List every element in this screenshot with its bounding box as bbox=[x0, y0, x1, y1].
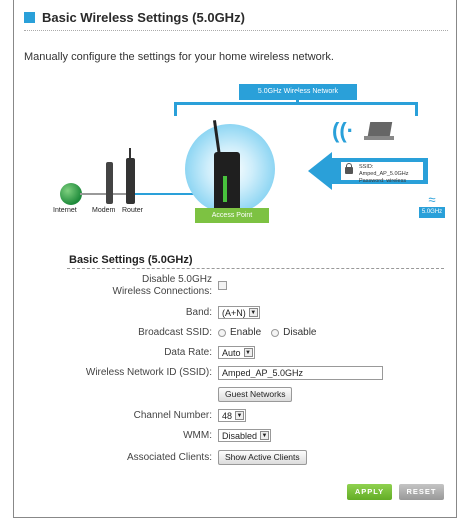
band-control: (A+N) ▼ bbox=[218, 306, 260, 319]
modem-label: Modem bbox=[92, 207, 116, 214]
cable-modem-router bbox=[113, 193, 127, 195]
broadcast-disable-label: Disable bbox=[283, 327, 317, 338]
wifi-icon: ≈ bbox=[428, 192, 436, 207]
guest-networks-button[interactable]: Guest Networks bbox=[218, 387, 293, 402]
band-badge-label: 5.0GHz bbox=[419, 207, 445, 218]
data-rate-value: Auto bbox=[222, 347, 241, 358]
reset-button[interactable]: RESET bbox=[399, 484, 444, 500]
chevron-down-icon: ▼ bbox=[248, 308, 258, 317]
channel-value: 48 bbox=[222, 410, 233, 421]
disable-label: Disable 5.0GHz Wireless Connections: bbox=[112, 274, 212, 297]
wifi-waves-icon: ((· bbox=[332, 118, 354, 143]
channel-row: Channel Number: 48 ▼ bbox=[14, 409, 458, 425]
modem-icon bbox=[106, 162, 113, 204]
guest-control: Guest Networks bbox=[218, 387, 293, 402]
bracket-right bbox=[415, 102, 418, 116]
ssid-control bbox=[218, 366, 383, 380]
data-rate-select[interactable]: Auto ▼ bbox=[218, 346, 255, 359]
wmm-value: Disabled bbox=[222, 430, 258, 441]
page-header: Basic Wireless Settings (5.0GHz) bbox=[24, 10, 245, 25]
router-icon bbox=[126, 158, 135, 204]
ssid-info-box: SSID: Amped_AP_5.0GHz Password: wireless bbox=[341, 162, 423, 184]
laptop-screen-icon bbox=[367, 122, 393, 136]
wmm-row: WMM: Disabled ▼ bbox=[14, 429, 458, 445]
section-divider bbox=[67, 268, 444, 269]
guest-row: Guest Networks bbox=[14, 387, 458, 404]
channel-label: Channel Number: bbox=[133, 410, 212, 421]
disable-row: Disable 5.0GHz Wireless Connections: bbox=[14, 274, 458, 300]
clients-control: Show Active Clients bbox=[218, 450, 307, 465]
ap-status-light bbox=[223, 176, 227, 202]
internet-globe-icon bbox=[60, 183, 82, 205]
title-marker-icon bbox=[24, 12, 35, 23]
band-label: Band: bbox=[185, 307, 212, 318]
wmm-control: Disabled ▼ bbox=[218, 429, 272, 442]
bracket-top bbox=[174, 102, 418, 105]
lock-icon bbox=[345, 167, 353, 174]
page-frame: Basic Wireless Settings (5.0GHz) Manuall… bbox=[13, 0, 457, 518]
disable-checkbox[interactable] bbox=[218, 281, 227, 290]
broadcast-control: Enable Disable bbox=[218, 327, 317, 338]
clients-row: Associated Clients: Show Active Clients bbox=[14, 450, 458, 467]
broadcast-enable-label: Enable bbox=[230, 327, 262, 338]
chevron-down-icon: ▼ bbox=[243, 348, 253, 357]
band-row: Band: (A+N) ▼ bbox=[14, 306, 458, 322]
page-intro: Manually configure the settings for your… bbox=[24, 51, 334, 63]
section-title: Basic Settings (5.0GHz) bbox=[69, 254, 193, 266]
router-label: Router bbox=[122, 207, 144, 214]
broadcast-enable-radio[interactable] bbox=[218, 328, 226, 337]
broadcast-label: Broadcast SSID: bbox=[138, 327, 212, 338]
band-badge: ≈ 5.0GHz bbox=[419, 193, 445, 218]
broadcast-disable-radio[interactable] bbox=[271, 328, 280, 337]
ssid-label: Wireless Network ID (SSID): bbox=[85, 367, 212, 378]
data-rate-row: Data Rate: Auto ▼ bbox=[14, 346, 458, 362]
band-select[interactable]: (A+N) ▼ bbox=[218, 306, 260, 319]
wmm-label: WMM: bbox=[183, 430, 212, 441]
network-diagram: 5.0GHz Wireless Network Internet Modem R… bbox=[14, 80, 458, 230]
band-value: (A+N) bbox=[222, 307, 246, 318]
page-title: Basic Wireless Settings (5.0GHz) bbox=[42, 10, 245, 25]
laptop-icon bbox=[364, 136, 394, 140]
chevron-down-icon: ▼ bbox=[260, 431, 270, 440]
apply-button[interactable]: APPLY bbox=[347, 484, 392, 500]
channel-select[interactable]: 48 ▼ bbox=[218, 409, 247, 422]
ssid-input[interactable] bbox=[218, 366, 383, 380]
title-divider bbox=[24, 30, 448, 31]
bracket-left bbox=[174, 102, 177, 116]
show-active-clients-button[interactable]: Show Active Clients bbox=[218, 450, 307, 465]
disable-control bbox=[218, 276, 227, 290]
wmm-select[interactable]: Disabled ▼ bbox=[218, 429, 272, 442]
data-rate-label: Data Rate: bbox=[164, 347, 212, 358]
broadcast-row: Broadcast SSID: Enable Disable bbox=[14, 326, 458, 342]
chevron-down-icon: ▼ bbox=[235, 411, 245, 420]
access-point-icon bbox=[214, 152, 240, 214]
data-rate-control: Auto ▼ bbox=[218, 346, 255, 359]
password-line: Password: wireless bbox=[359, 178, 407, 184]
ssid-line: SSID: Amped_AP_5.0GHz bbox=[359, 164, 409, 177]
access-point-label: Access Point bbox=[195, 208, 269, 223]
cable-internet-modem bbox=[80, 193, 108, 195]
internet-label: Internet bbox=[53, 207, 77, 214]
arrow-left-icon bbox=[308, 152, 332, 190]
ssid-row: Wireless Network ID (SSID): bbox=[14, 366, 458, 382]
clients-label: Associated Clients: bbox=[126, 452, 212, 463]
channel-control: 48 ▼ bbox=[218, 409, 247, 422]
